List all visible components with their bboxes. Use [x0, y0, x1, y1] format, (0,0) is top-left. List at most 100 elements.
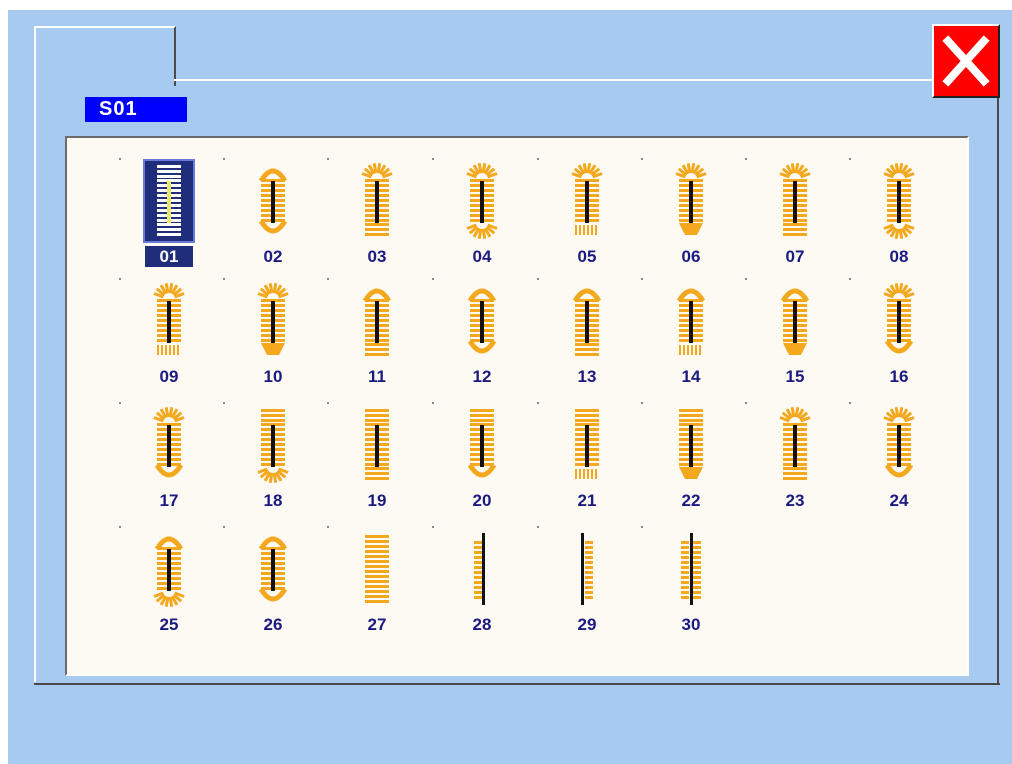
grid-marker: [223, 278, 225, 280]
pattern-item-10[interactable]: 10: [223, 278, 323, 398]
close-button[interactable]: [932, 24, 1000, 98]
grid-marker: [641, 526, 643, 528]
buttonhole-pattern-icon: [681, 533, 701, 605]
pattern-item-16[interactable]: 16: [849, 278, 949, 398]
grid-marker: [641, 278, 643, 280]
pattern-number: 12: [472, 367, 492, 386]
pattern-item-24[interactable]: 24: [849, 402, 949, 522]
pattern-number: 16: [889, 367, 909, 386]
pattern-number: 10: [263, 367, 283, 386]
buttonhole-pattern-icon: [675, 162, 707, 235]
program-title: S01: [85, 97, 187, 122]
dialog-tab: [34, 26, 176, 86]
pattern-item-05[interactable]: 05: [537, 158, 637, 278]
pattern-item-09[interactable]: 09: [119, 278, 219, 398]
grid-marker: [432, 278, 434, 280]
pattern-item-11[interactable]: 11: [327, 278, 427, 398]
pattern-item-30[interactable]: 30: [641, 526, 741, 646]
pattern-item-21[interactable]: 21: [537, 402, 637, 522]
buttonhole-pattern-icon: [153, 406, 185, 478]
dialog-right-border: [997, 98, 999, 684]
buttonhole-pattern-icon: [257, 409, 289, 484]
pattern-item-22[interactable]: 22: [641, 402, 741, 522]
buttonhole-pattern-icon: [571, 162, 603, 235]
dialog-bottom-border: [34, 683, 1000, 685]
pattern-number: 02: [263, 247, 283, 266]
grid-marker: [327, 402, 329, 404]
pattern-item-28[interactable]: 28: [432, 526, 532, 646]
buttonhole-pattern-icon: [779, 406, 811, 480]
pattern-number: 20: [472, 491, 492, 510]
grid-marker: [745, 402, 747, 404]
pattern-number: 11: [368, 367, 386, 386]
pattern-item-18[interactable]: 18: [223, 402, 323, 522]
pattern-item-06[interactable]: 06: [641, 158, 741, 278]
pattern-item-03[interactable]: 03: [327, 158, 427, 278]
screen-background: S01 01 02 03 04 05 06 07 08 09 10 11 12 13 14 15 16 17 18…: [8, 10, 1012, 764]
pattern-number: 06: [681, 247, 701, 266]
close-x-icon: [942, 35, 990, 87]
pattern-number: 15: [785, 367, 805, 386]
pattern-item-27[interactable]: 27: [327, 526, 427, 646]
buttonhole-pattern-icon: [780, 288, 810, 355]
pattern-number: 08: [889, 247, 909, 266]
pattern-number: 22: [681, 491, 701, 510]
grid-marker: [745, 278, 747, 280]
pattern-item-01[interactable]: 01: [119, 158, 219, 278]
dialog-left-border: [34, 84, 36, 682]
grid-marker: [849, 158, 851, 160]
pattern-number: 26: [263, 615, 283, 634]
buttonhole-pattern-icon: [365, 409, 389, 480]
pattern-item-25[interactable]: 25: [119, 526, 219, 646]
pattern-item-26[interactable]: 26: [223, 526, 323, 646]
pattern-number: 19: [367, 491, 387, 510]
pattern-item-14[interactable]: 14: [641, 278, 741, 398]
buttonhole-pattern-icon: [581, 533, 593, 605]
grid-marker: [327, 526, 329, 528]
pattern-number: 23: [785, 491, 805, 510]
grid-marker: [537, 278, 539, 280]
pattern-item-07[interactable]: 07: [745, 158, 845, 278]
pattern-item-02[interactable]: 02: [223, 158, 323, 278]
pattern-item-19[interactable]: 19: [327, 402, 427, 522]
buttonhole-pattern-icon: [466, 162, 498, 240]
pattern-number: 24: [889, 491, 909, 510]
pattern-item-04[interactable]: 04: [432, 158, 532, 278]
pattern-item-08[interactable]: 08: [849, 158, 949, 278]
buttonhole-pattern-icon: [679, 409, 703, 479]
buttonhole-pattern-icon: [258, 536, 288, 602]
pattern-item-23[interactable]: 23: [745, 402, 845, 522]
buttonhole-pattern-icon: [779, 162, 811, 236]
pattern-item-15[interactable]: 15: [745, 278, 845, 398]
pattern-number: 05: [577, 247, 597, 266]
buttonhole-pattern-icon: [883, 406, 915, 478]
grid-marker: [537, 402, 539, 404]
pattern-number: 01: [145, 246, 193, 267]
grid-marker: [537, 526, 539, 528]
pattern-number: 17: [159, 491, 179, 510]
grid-marker: [745, 158, 747, 160]
grid-marker: [432, 526, 434, 528]
buttonhole-pattern-icon: [575, 409, 599, 479]
grid-marker: [119, 158, 121, 160]
pattern-number: 13: [577, 367, 597, 386]
pattern-number: 30: [681, 615, 701, 634]
pattern-item-17[interactable]: 17: [119, 402, 219, 522]
pattern-item-29[interactable]: 29: [537, 526, 637, 646]
pattern-item-13[interactable]: 13: [537, 278, 637, 398]
buttonhole-pattern-icon: [474, 533, 485, 605]
pattern-number: 14: [681, 367, 701, 386]
pattern-item-20[interactable]: 20: [432, 402, 532, 522]
pattern-grid: 01 02 03 04 05 06 07 08 09 10 11 12 13 14 15 16 17 18 19 20…: [65, 136, 969, 676]
grid-marker: [641, 158, 643, 160]
pattern-number: 29: [577, 615, 597, 634]
grid-marker: [223, 158, 225, 160]
grid-marker: [223, 526, 225, 528]
buttonhole-pattern-icon: [883, 282, 915, 354]
pattern-number: 04: [472, 247, 492, 266]
pattern-item-12[interactable]: 12: [432, 278, 532, 398]
buttonhole-pattern-icon: [883, 162, 915, 240]
pattern-number: 18: [263, 491, 283, 510]
buttonhole-pattern-icon: [257, 282, 289, 355]
buttonhole-pattern-icon: [676, 288, 706, 355]
